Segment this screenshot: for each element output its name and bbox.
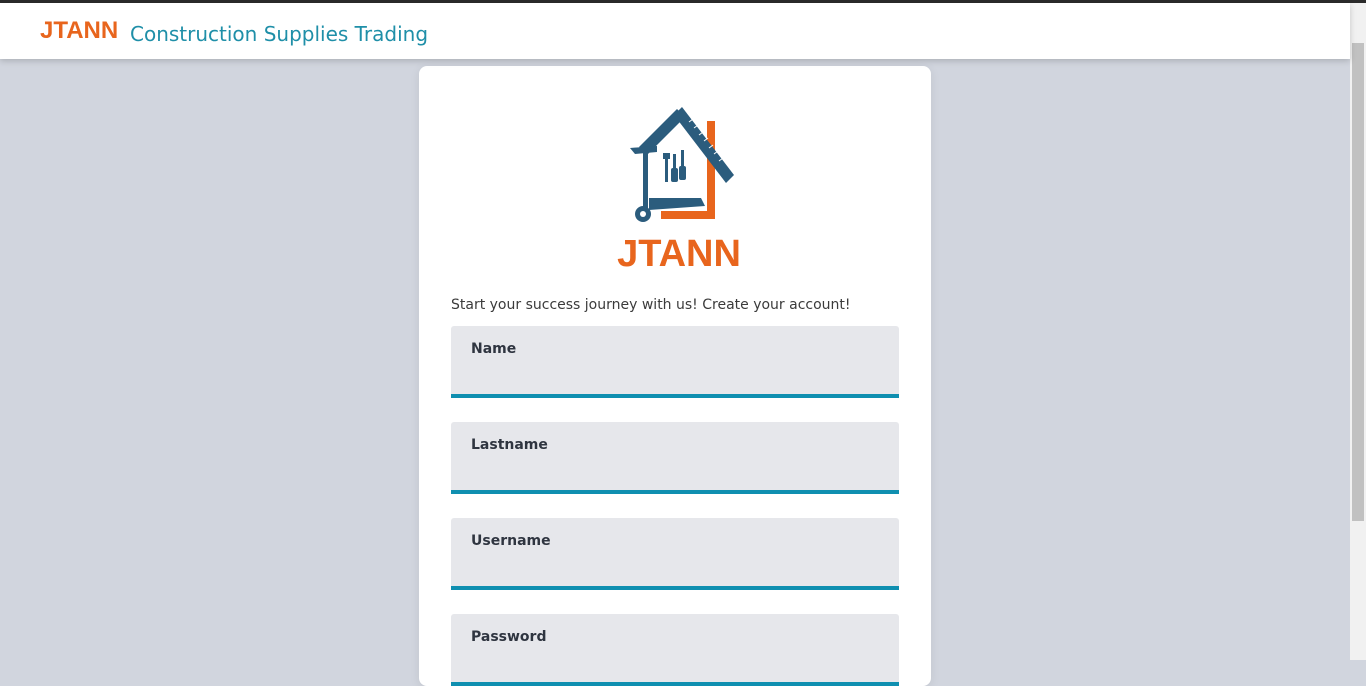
logo-hammer-handle xyxy=(643,150,648,210)
navbar: JTANN Construction Supplies Trading xyxy=(0,3,1350,59)
logo-saw xyxy=(649,198,705,210)
lastname-label: Lastname xyxy=(471,437,548,453)
username-input[interactable] xyxy=(471,554,883,580)
brand-logo-text[interactable]: JTANN xyxy=(40,17,118,45)
password-field[interactable]: Password xyxy=(451,614,899,686)
logo-text: JTANN xyxy=(617,233,741,272)
password-input[interactable] xyxy=(471,650,883,676)
brand-subtitle: Construction Supplies Trading xyxy=(130,22,429,46)
name-label: Name xyxy=(471,341,517,357)
username-label: Username xyxy=(471,533,551,549)
signup-card: JTANN Start your success journey with us… xyxy=(419,66,931,686)
username-field[interactable]: Username xyxy=(451,518,899,590)
jtann-logo: JTANN xyxy=(617,107,741,272)
scrollbar-thumb[interactable] xyxy=(1352,43,1364,521)
lastname-input[interactable] xyxy=(471,458,883,484)
page-scrollbar[interactable] xyxy=(1350,3,1366,660)
lastname-field[interactable]: Lastname xyxy=(451,422,899,494)
name-field[interactable]: Name xyxy=(451,326,899,398)
signup-tagline: Start your success journey with us! Crea… xyxy=(451,297,851,313)
logo-hammer-head xyxy=(630,146,657,154)
password-label: Password xyxy=(471,629,547,645)
name-input[interactable] xyxy=(471,362,883,388)
